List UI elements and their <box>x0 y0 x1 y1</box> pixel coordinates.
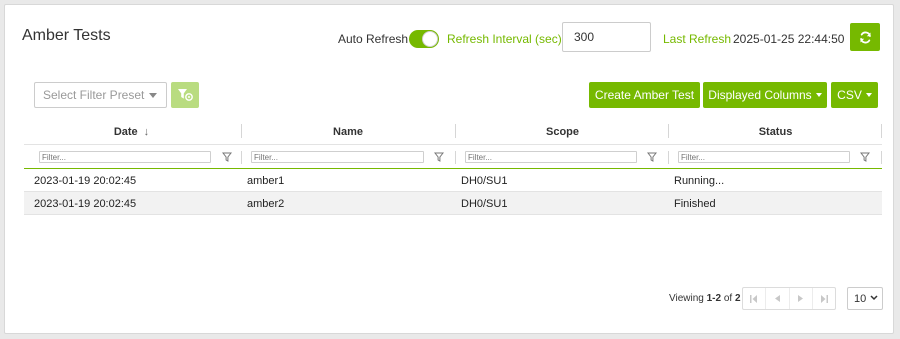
caret-down-icon <box>865 93 872 97</box>
status-cell: Running... <box>674 174 725 187</box>
chevron-down-icon <box>149 93 157 98</box>
filter-preset-select[interactable]: Select Filter Preset <box>34 82 167 108</box>
column-separator <box>241 151 242 164</box>
filter-icon[interactable] <box>647 151 657 163</box>
name-cell: amber1 <box>247 174 285 187</box>
viewing-total: 2 <box>734 293 741 304</box>
chevron-down-icon <box>870 295 878 301</box>
refresh-interval-label: Refresh Interval (sec) <box>447 32 562 46</box>
amber-tests-table: Date ↓ Name Scope Status Filter... Filte… <box>24 118 882 215</box>
date-cell: 2023-01-19 20:02:45 <box>34 174 137 187</box>
last-page-icon <box>820 294 828 303</box>
viewing-prefix: Viewing <box>669 293 707 304</box>
next-page-icon <box>798 295 804 302</box>
last-refresh-value: 2025-01-25 22:44:50 <box>733 32 845 46</box>
next-page-button[interactable] <box>790 288 813 309</box>
page-size-value: 10 <box>854 292 867 305</box>
auto-refresh-toggle[interactable] <box>409 30 439 48</box>
name-filter-input[interactable] <box>251 151 424 163</box>
pagination-summary: Viewing 1-2 of 2 <box>669 293 741 304</box>
refresh-icon <box>859 31 871 43</box>
date-filter-input[interactable] <box>39 151 211 163</box>
date-cell: 2023-01-19 20:02:45 <box>34 197 137 210</box>
column-header-status[interactable]: Status <box>669 118 882 145</box>
previous-page-icon <box>774 295 780 302</box>
column-header-date[interactable]: Date ↓ <box>24 118 239 145</box>
displayed-columns-label: Displayed Columns <box>708 88 812 102</box>
table-row[interactable]: 2023-01-19 20:02:45 amber2 DH0/SU1 Finis… <box>24 192 882 215</box>
toggle-knob <box>422 31 438 47</box>
refresh-button[interactable] <box>850 23 880 51</box>
filter-icon[interactable] <box>860 151 870 163</box>
caret-down-icon <box>815 93 822 97</box>
amber-tests-panel: Amber Tests Auto Refresh Refresh Interva… <box>4 4 894 334</box>
column-separator <box>881 124 882 138</box>
scope-cell: DH0/SU1 <box>461 174 508 187</box>
status-filter-input[interactable] <box>678 151 850 163</box>
auto-refresh-label: Auto Refresh <box>338 32 409 46</box>
create-amber-test-button[interactable]: Create Amber Test <box>589 82 700 108</box>
name-cell: amber2 <box>247 197 285 210</box>
viewing-range: 1-2 <box>706 293 722 304</box>
filter-icon[interactable] <box>222 151 232 163</box>
column-separator <box>668 151 669 164</box>
column-separator <box>455 151 456 164</box>
page-size-select[interactable]: 10 <box>847 287 883 310</box>
filter-row <box>24 145 882 169</box>
column-separator <box>881 151 882 164</box>
previous-page-button[interactable] <box>766 288 790 309</box>
filter-preset-settings-button[interactable] <box>171 82 199 108</box>
viewing-of: of <box>721 293 735 304</box>
column-header-scope[interactable]: Scope <box>456 118 669 145</box>
last-refresh-label: Last Refresh <box>663 32 732 46</box>
pagination-controls <box>742 287 836 310</box>
sort-desc-icon: ↓ <box>143 125 150 138</box>
column-header-label: Date <box>113 125 138 138</box>
scope-filter-input[interactable] <box>465 151 637 163</box>
status-cell: Finished <box>674 197 716 210</box>
table-header: Date ↓ Name Scope Status <box>24 118 882 145</box>
column-header-name[interactable]: Name <box>242 118 454 145</box>
first-page-icon <box>750 294 758 303</box>
page-title: Amber Tests <box>22 27 111 44</box>
refresh-interval-input[interactable] <box>562 22 651 52</box>
filter-settings-icon <box>178 89 193 101</box>
last-page-button[interactable] <box>813 288 835 309</box>
csv-label: CSV <box>837 88 862 102</box>
scope-cell: DH0/SU1 <box>461 197 508 210</box>
table-row[interactable]: 2023-01-19 20:02:45 amber1 DH0/SU1 Runni… <box>24 169 882 192</box>
filter-icon[interactable] <box>434 151 444 163</box>
csv-export-button[interactable]: CSV <box>831 82 878 108</box>
filter-preset-placeholder: Select Filter Preset <box>43 88 145 102</box>
displayed-columns-button[interactable]: Displayed Columns <box>703 82 827 108</box>
first-page-button[interactable] <box>743 288 767 309</box>
